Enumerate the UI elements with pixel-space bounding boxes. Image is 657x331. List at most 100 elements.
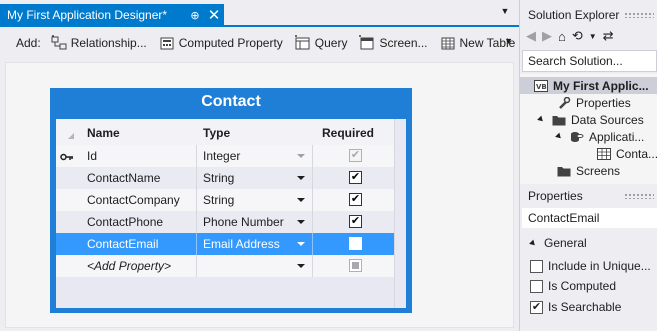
history-icon[interactable]: ⟲ (572, 28, 583, 44)
toolbar-overflow-icon[interactable]: ▼ (504, 36, 513, 46)
solution-tree: VB My First Applic... Properties Data So… (520, 74, 657, 184)
add-relationship-button[interactable]: Relationship... (51, 35, 147, 51)
home-icon[interactable]: ⌂ (558, 29, 566, 44)
required-checkbox: ✔ (349, 149, 362, 162)
collapse-arrow-icon[interactable] (529, 239, 537, 247)
required-checkbox[interactable] (349, 259, 362, 272)
new-table-icon (440, 35, 456, 51)
required-checkbox[interactable] (349, 237, 362, 250)
property-name[interactable]: Id (87, 149, 97, 163)
sync-icon[interactable]: ⇄ (603, 28, 614, 44)
solution-search-input[interactable]: Search Solution... (522, 50, 657, 72)
properties-object-name[interactable]: ContactEmail (522, 208, 657, 228)
expand-arrow-icon[interactable] (555, 132, 563, 141)
property-row[interactable]: ContactPhone Phone Number ✔ (56, 211, 406, 233)
folder-icon (557, 165, 571, 177)
add-computed-property-button[interactable]: Computed Property (159, 35, 283, 51)
tree-item-label: Properties (576, 95, 631, 110)
history-dropdown-icon[interactable]: ▼ (589, 32, 597, 41)
add-query-button[interactable]: Query (294, 35, 348, 51)
required-checkbox[interactable]: ✔ (349, 215, 362, 228)
property-name[interactable]: ContactPhone (87, 215, 163, 229)
relationship-icon (51, 35, 67, 51)
screen-icon (359, 35, 375, 51)
property-row[interactable]: ContactCompany String ✔ (56, 189, 406, 211)
column-header-required[interactable]: Required (322, 126, 374, 140)
properties-title: Properties (528, 189, 583, 203)
tab-underline (0, 25, 519, 27)
table-icon (597, 147, 611, 160)
grid-scrollbar[interactable] (394, 119, 406, 308)
tree-item-contact-table[interactable]: Conta... (597, 145, 657, 162)
document-tab-strip: My First Application Designer* ⊕ ✕ ▼ (0, 0, 519, 27)
tree-item-application-data[interactable]: Applicati... (555, 128, 645, 145)
forward-icon[interactable]: ▶ (542, 28, 552, 44)
type-dropdown-icon[interactable] (297, 220, 305, 224)
tree-item-screens[interactable]: Screens (557, 162, 620, 179)
database-icon (570, 131, 584, 143)
add-property-row[interactable]: <Add Property> (56, 255, 406, 277)
add-property-placeholder[interactable]: <Add Property> (87, 259, 171, 273)
property-is-computed[interactable]: Is Computed (530, 279, 616, 293)
property-include-in-unique[interactable]: Include in Unique... (530, 259, 651, 273)
tree-item-project[interactable]: VB My First Applic... (520, 77, 657, 94)
tree-item-label: Data Sources (571, 112, 644, 127)
property-checkbox[interactable]: ✔ (530, 300, 543, 314)
property-is-searchable[interactable]: ✔ Is Searchable (530, 300, 621, 314)
add-screen-button[interactable]: Screen... (359, 35, 428, 51)
property-type[interactable]: String (203, 171, 234, 185)
property-name[interactable]: ContactName (87, 171, 160, 185)
relationship-label: Relationship... (70, 36, 147, 50)
wrench-icon (557, 96, 571, 109)
entity-property-grid: Name Type Required Id Integer ✔ ContactN… (56, 119, 406, 308)
property-type[interactable]: Email Address (203, 237, 280, 251)
close-icon[interactable]: ✕ (204, 6, 224, 24)
column-header-type[interactable]: Type (203, 126, 230, 140)
property-type: Integer (203, 149, 241, 163)
tree-item-label: My First Applic... (553, 78, 649, 93)
document-tab-title: My First Application Designer* (7, 8, 168, 22)
properties-category[interactable]: General (529, 236, 587, 250)
folder-icon (552, 114, 566, 126)
vb-project-icon: VB (534, 79, 548, 92)
property-checkbox[interactable] (530, 259, 543, 273)
tree-item-label: Applicati... (589, 129, 645, 144)
property-label: Include in Unique... (548, 259, 651, 273)
type-dropdown-icon[interactable] (297, 198, 305, 202)
tree-item-properties[interactable]: Properties (557, 94, 631, 111)
property-checkbox[interactable] (530, 279, 543, 293)
type-dropdown-icon[interactable] (297, 242, 305, 246)
property-row[interactable]: ContactName String ✔ (56, 167, 406, 189)
property-type[interactable]: Phone Number (203, 215, 284, 229)
document-tab[interactable]: My First Application Designer* ⊕ ✕ (0, 4, 224, 26)
add-label: Add: (16, 36, 41, 50)
required-checkbox[interactable]: ✔ (349, 193, 362, 206)
query-icon (294, 35, 311, 51)
property-row-selected[interactable]: ContactEmail Email Address (56, 233, 406, 255)
property-label: Is Searchable (548, 300, 622, 314)
tree-item-data-sources[interactable]: Data Sources (537, 111, 644, 128)
property-name[interactable]: ContactEmail (87, 237, 158, 251)
tab-list-dropdown-icon[interactable]: ▼ (498, 6, 512, 18)
panel-grip[interactable] (624, 12, 654, 18)
entity-contact[interactable]: Contact Name Type Required Id Integer ✔ … (50, 88, 412, 313)
required-checkbox[interactable]: ✔ (349, 171, 362, 184)
query-label: Query (314, 36, 348, 50)
property-type[interactable]: String (203, 193, 234, 207)
expand-arrow-icon[interactable] (537, 115, 545, 124)
property-name[interactable]: ContactCompany (87, 193, 180, 207)
column-header-name[interactable]: Name (87, 126, 120, 140)
tree-item-label: Conta... (616, 146, 657, 161)
panel-grip[interactable] (624, 193, 654, 199)
screen-label: Screen... (379, 36, 428, 50)
tree-item-label: Screens (576, 163, 621, 178)
grid-corner-icon (68, 133, 74, 139)
entity-title: Contact (201, 93, 261, 110)
type-dropdown-icon[interactable] (297, 264, 305, 268)
type-dropdown-icon[interactable] (297, 176, 305, 180)
back-icon[interactable]: ◀ (526, 28, 536, 44)
property-row[interactable]: Id Integer ✔ (56, 145, 406, 167)
type-dropdown-icon (297, 154, 305, 158)
pin-icon[interactable]: ⊕ (186, 9, 204, 22)
svg-text:VB: VB (536, 83, 547, 91)
